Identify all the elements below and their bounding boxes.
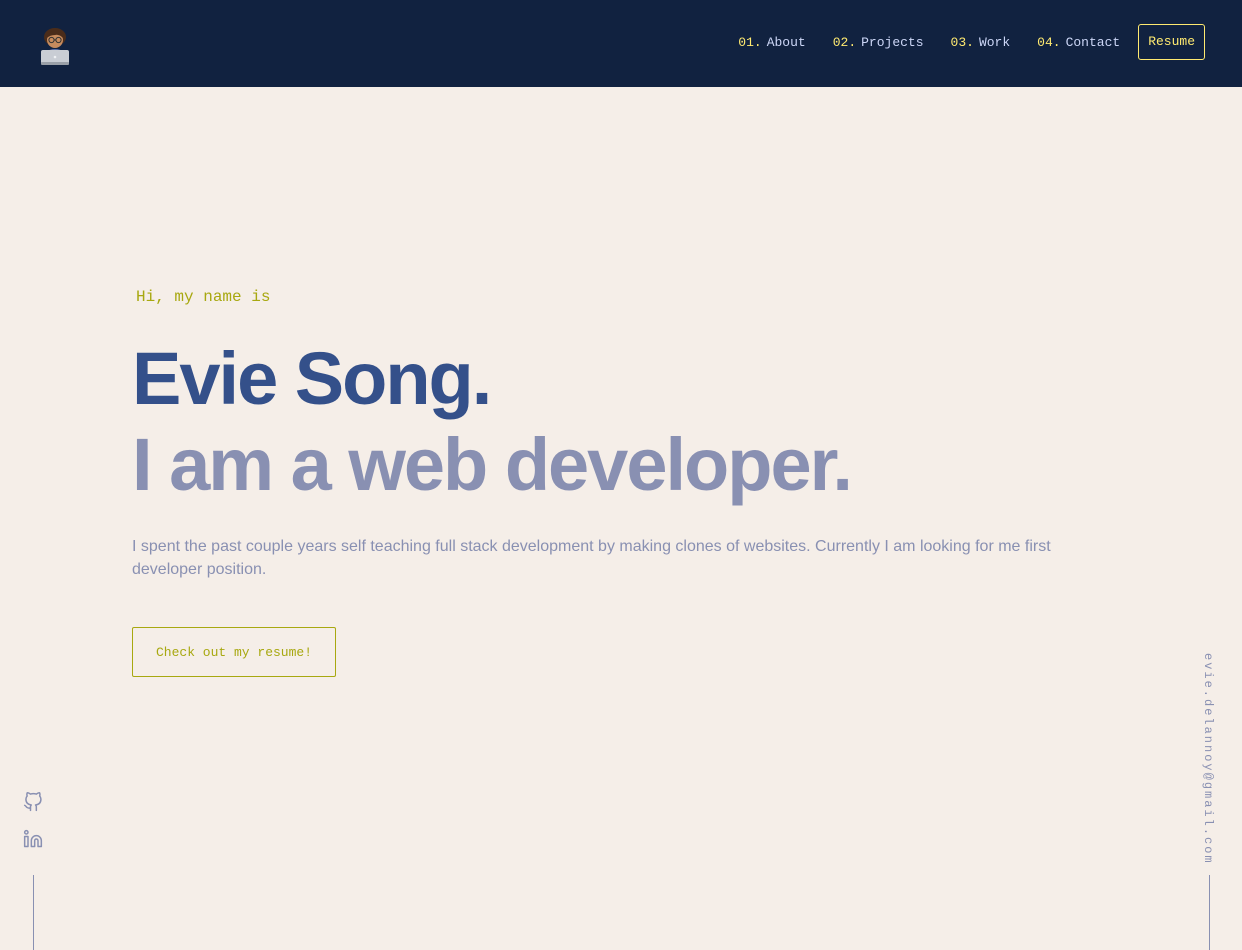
right-divider-line	[1209, 875, 1210, 950]
left-divider-line	[33, 875, 34, 950]
hero-tagline: I am a web developer.	[132, 423, 853, 506]
nav-number: 02.	[832, 34, 857, 50]
linkedin-icon[interactable]	[23, 829, 43, 849]
nav-label: About	[766, 34, 806, 50]
nav-number: 04.	[1037, 34, 1061, 50]
nav-item-projects[interactable]: 02. Projects	[833, 35, 924, 50]
nav-label: Work	[978, 34, 1011, 50]
site-header: 01. About 02. Projects 03. Work 04. Contact …	[0, 0, 1242, 87]
nav-label: Contact	[1065, 34, 1121, 50]
main-nav: 01. About 02. Projects 03. Work 04. Contact …	[738, 24, 1205, 60]
email-link[interactable]: evie.delannoy@gmail.com	[1201, 653, 1215, 865]
nav-item-work[interactable]: 03. Work	[951, 35, 1011, 50]
resume-button[interactable]: Resume	[1138, 24, 1205, 60]
nav-label: Projects	[861, 34, 924, 50]
hero-greeting: Hi, my name is	[136, 288, 271, 306]
hero-bio: I spent the past couple years self teach…	[132, 538, 1051, 578]
hero-name: Evie Song.	[132, 337, 492, 420]
nav-number: 03.	[950, 34, 974, 50]
nav-item-about[interactable]: 01. About	[738, 35, 805, 50]
nav-item-contact[interactable]: 04. Contact	[1037, 35, 1120, 50]
github-icon[interactable]	[23, 792, 43, 812]
logo-avatar-icon[interactable]	[38, 26, 74, 66]
nav-number: 01.	[738, 34, 762, 50]
resume-cta-button[interactable]: Check out my resume!	[132, 627, 336, 677]
hero-section: Hi, my name is Evie Song. I am a web dev…	[132, 285, 1092, 677]
